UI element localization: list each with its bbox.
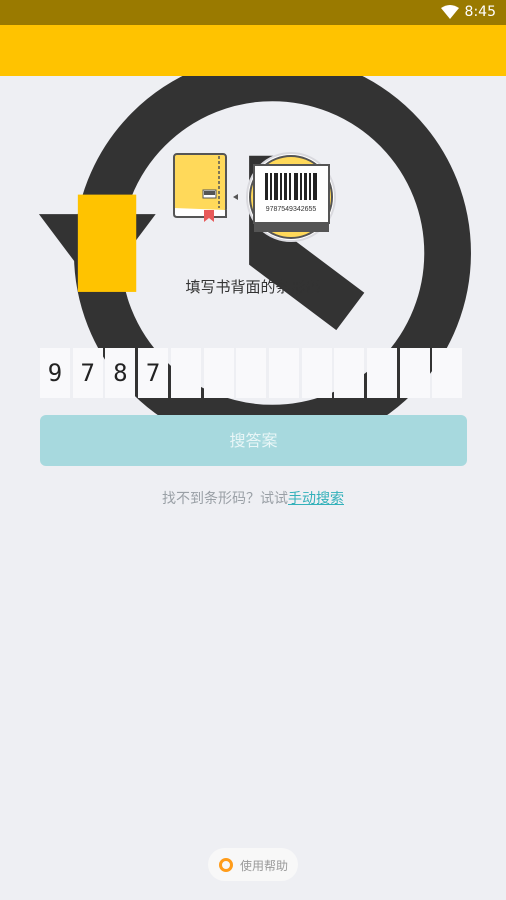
isbn-digit-2[interactable]: 7 (72, 348, 103, 398)
isbn-digit-13[interactable] (432, 348, 463, 398)
manual-search-hint: 找不到条形码？试试手动搜索 (0, 488, 506, 508)
manual-search-prefix: 找不到条形码？试试 (162, 491, 288, 507)
status-bar: 8:45 (0, 0, 506, 25)
app-bar (0, 25, 506, 76)
isbn-digit-1[interactable]: 9 (40, 348, 70, 398)
isbn-digit-10[interactable] (334, 348, 365, 398)
isbn-input[interactable]: 9 7 8 7 (40, 348, 464, 398)
isbn-digit-11[interactable] (367, 348, 397, 398)
isbn-digit-12[interactable] (399, 348, 430, 398)
lifebuoy-icon (219, 858, 233, 872)
barcode-illustration: 9787549342655 (173, 152, 336, 242)
isbn-digit-9[interactable] (301, 348, 332, 398)
help-label: 使用帮助 (240, 859, 289, 873)
instruction-text: 填写书背面的条形码 (185, 278, 321, 296)
status-time: 8:45 (464, 4, 496, 20)
isbn-digit-8[interactable] (268, 348, 299, 398)
wifi-icon (441, 5, 459, 19)
book-icon (173, 153, 227, 222)
search-answer-button[interactable]: 搜答案 (40, 415, 467, 466)
isbn-digit-7[interactable] (236, 348, 267, 398)
isbn-digit-6[interactable] (203, 348, 234, 398)
barcode-number: 9787549342655 (266, 206, 317, 213)
barcode-icon: 9787549342655 (246, 152, 336, 242)
isbn-digit-3[interactable]: 8 (105, 348, 136, 398)
isbn-digit-4[interactable]: 7 (138, 348, 169, 398)
isbn-digit-5[interactable] (170, 348, 201, 398)
manual-search-link[interactable]: 手动搜索 (288, 491, 344, 507)
help-button[interactable]: 使用帮助 (208, 848, 298, 881)
